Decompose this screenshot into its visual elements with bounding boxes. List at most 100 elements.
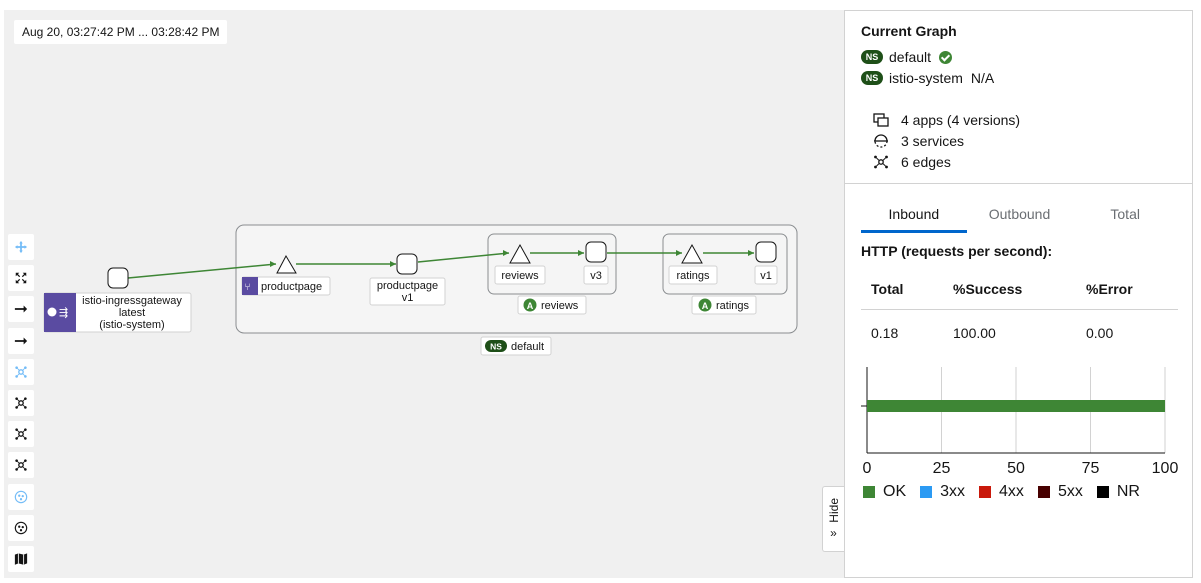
legend-label: 3xx <box>940 483 966 500</box>
apps-icon <box>873 113 889 127</box>
svg-text:v1: v1 <box>402 292 414 304</box>
move-button[interactable] <box>8 234 34 260</box>
layout-breadthfirst-button[interactable] <box>8 452 34 479</box>
layout-dagre-button[interactable] <box>8 421 34 448</box>
layout-breadthfirst-icon <box>15 459 27 471</box>
x-tick-label: 25 <box>933 460 951 477</box>
namespace-label-default[interactable]: NS default <box>480 336 552 356</box>
layout-cola-button[interactable] <box>8 389 34 416</box>
tab-outbound[interactable]: Outbound <box>967 199 1073 233</box>
time-range-label: Aug 20, 03:27:42 PM ... 03:28:42 PM <box>14 20 228 44</box>
summary-panel: Current Graph NS default NS istio-system… <box>844 10 1193 578</box>
reviews-service-label[interactable]: reviews <box>494 265 546 285</box>
ingress-label-line1: istio-ingressgateway <box>82 295 182 307</box>
legend-item-nr: NR <box>1096 483 1140 501</box>
gateway-arrow-icon: ⇶ <box>59 306 68 319</box>
layout-arrow-icon <box>14 305 28 313</box>
table-divider <box>861 309 1178 310</box>
node-ingress[interactable] <box>107 267 129 289</box>
legend-label: 4xx <box>999 483 1024 500</box>
layout-cola-icon <box>15 397 27 409</box>
move-icon <box>14 240 28 254</box>
namespace-layout-icon <box>14 490 28 503</box>
table-header-success: %Success <box>953 281 1023 297</box>
namespace-status: N/A <box>970 70 995 86</box>
productpage-service-label[interactable]: ⑂ productpage <box>241 276 331 296</box>
fit-to-screen-icon <box>15 272 27 284</box>
layout-dagre-icon <box>15 428 27 440</box>
legend-label: 5xx <box>1057 483 1083 500</box>
svg-text:reviews: reviews <box>541 300 579 312</box>
namespace-row-istio-system[interactable]: NS istio-system N/A <box>861 70 994 86</box>
graph-diagram: ⇶ istio-ingressgateway latest (istio-sys… <box>43 224 798 356</box>
ratings-service-label[interactable]: ratings <box>668 265 718 285</box>
kiali-graph-app: ⇶ istio-ingressgateway latest (istio-sys… <box>0 0 1201 583</box>
edges-icon <box>874 155 888 169</box>
layout-arrow-alt-button[interactable] <box>8 327 34 354</box>
legend-label: NR <box>1116 483 1140 500</box>
panel-title: Current Graph <box>861 23 957 39</box>
ratings-v1-label[interactable]: v1 <box>754 265 778 285</box>
chart-legend: OK 3xx 4xx 5xx NR <box>863 483 1154 501</box>
reviews-v3-label[interactable]: v3 <box>583 265 609 285</box>
double-chevron-right-icon: » <box>830 526 837 541</box>
layout-cose-button[interactable] <box>8 358 34 385</box>
apps-count: 4 apps (4 versions) <box>873 112 1020 128</box>
hide-label: Hide <box>826 497 841 523</box>
x-tick-label: 75 <box>1082 460 1100 477</box>
table-cell-success: 100.00 <box>953 325 996 341</box>
svg-text:reviews: reviews <box>501 270 539 282</box>
node-productpage-v1[interactable] <box>396 253 418 275</box>
x-tick-label: 50 <box>1007 460 1025 477</box>
legend-swatch <box>920 486 933 498</box>
x-tick-label: 100 <box>1152 460 1179 477</box>
tab-total[interactable]: Total <box>1072 199 1178 233</box>
panel-divider <box>845 183 1192 184</box>
namespace-row-default[interactable]: NS default <box>861 49 953 65</box>
namespace-layout-alt-button[interactable] <box>8 514 34 541</box>
productpage-v1-label[interactable]: productpage v1 <box>369 277 446 306</box>
namespace-name: default <box>889 49 932 65</box>
node-ratings-v1[interactable] <box>755 241 777 263</box>
legend-swatch <box>863 486 875 498</box>
svg-text:default: default <box>511 341 544 353</box>
layout-arrow-alt-icon <box>14 337 28 345</box>
node-reviews-v3[interactable] <box>585 241 607 263</box>
reviews-app-label[interactable]: A reviews <box>517 295 587 315</box>
edges-count: 6 edges <box>873 154 951 170</box>
namespace-layout-button[interactable] <box>8 483 34 510</box>
bar-ok <box>867 400 1165 412</box>
ratings-app-label[interactable]: A ratings <box>691 295 757 315</box>
legend-item-4xx: 4xx <box>979 483 1024 501</box>
ingress-label[interactable]: ⇶ istio-ingressgateway latest (istio-sys… <box>43 292 192 333</box>
services-icon <box>874 134 888 148</box>
check-circle-icon <box>939 50 953 64</box>
legend-map-button[interactable] <box>8 545 34 572</box>
ns-badge: NS <box>861 50 883 64</box>
legend-swatch <box>1037 486 1050 498</box>
traffic-tabs: Inbound Outbound Total <box>861 199 1178 233</box>
table-cell-error: 0.00 <box>1086 325 1114 341</box>
services-count: 3 services <box>873 133 964 149</box>
legend-map-icon <box>14 553 28 565</box>
svg-text:NS: NS <box>490 342 502 352</box>
layout-cose-icon <box>15 366 27 378</box>
layout-arrow-button[interactable] <box>8 296 34 323</box>
fit-to-screen-button[interactable] <box>8 265 34 292</box>
legend-item-5xx: 5xx <box>1037 483 1083 501</box>
svg-text:ratings: ratings <box>716 300 750 312</box>
ingress-label-line2: latest <box>119 307 145 319</box>
svg-text:productpage: productpage <box>261 281 322 293</box>
namespace-layout-alt-icon <box>14 521 28 534</box>
legend-swatch <box>1096 486 1109 498</box>
table-header-total: Total <box>871 281 904 297</box>
legend-item-3xx: 3xx <box>920 483 965 501</box>
http-section-title: HTTP (requests per second): <box>861 243 1053 259</box>
gateway-icon <box>47 307 57 317</box>
legend-label: OK <box>883 483 907 500</box>
tab-inbound[interactable]: Inbound <box>861 199 967 233</box>
table-cell-total: 0.18 <box>871 325 899 341</box>
svg-text:A: A <box>702 301 709 311</box>
hide-panel-button[interactable]: Hide » <box>822 486 844 552</box>
x-tick-label: 0 <box>863 460 872 477</box>
